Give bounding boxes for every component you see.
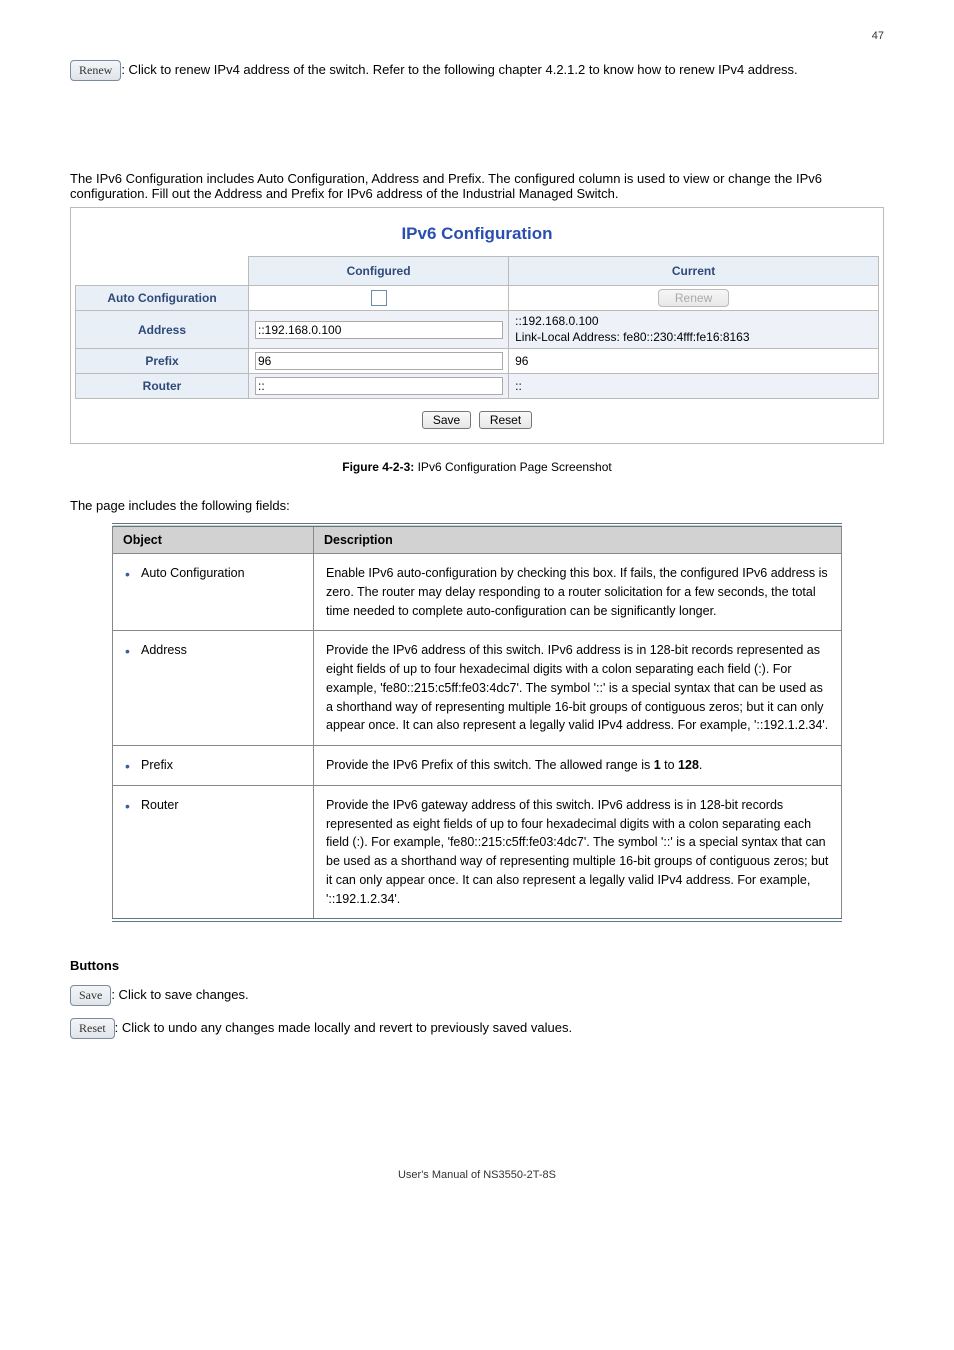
desc-text-1: Provide the IPv6 address of this switch.…	[314, 631, 842, 746]
desc-object-1: Address	[125, 641, 301, 660]
renew-intro: Renew: Click to renew IPv4 address of th…	[70, 60, 884, 81]
row-router-label: Router	[76, 374, 249, 399]
row-prefix-label: Prefix	[76, 349, 249, 374]
desc-object-0: Auto Configuration	[125, 564, 301, 583]
address-input[interactable]	[255, 321, 503, 339]
ipv6-config-title: IPv6 Configuration	[75, 214, 879, 256]
desc-row-address: Address Provide the IPv6 address of this…	[113, 631, 842, 746]
reset-button[interactable]: Reset	[479, 411, 532, 429]
ipv6-config-table: Configured Current Auto Configuration Re…	[75, 256, 879, 399]
figure-caption: Figure 4-2-3: IPv6 Configuration Page Sc…	[70, 460, 884, 474]
prefix-input[interactable]	[255, 352, 503, 370]
save-button[interactable]: Save	[422, 411, 471, 429]
ipv6-config-figure: IPv6 Configuration Configured Current Au…	[70, 207, 884, 444]
renew-intro-text: : Click to renew IPv4 address of the swi…	[121, 62, 797, 77]
buttons-section-title: Buttons	[70, 958, 884, 973]
desc-text-0: Enable IPv6 auto-configuration by checki…	[314, 554, 842, 631]
router-input[interactable]	[255, 377, 503, 395]
router-current: ::	[509, 374, 879, 399]
footer-text: User's Manual of NS3550-2T-8S	[70, 1169, 884, 1181]
desc-row-prefix: Prefix Provide the IPv6 Prefix of this s…	[113, 746, 842, 786]
desc-text-3: Provide the IPv6 gateway address of this…	[314, 785, 842, 920]
desc-row-router: Router Provide the IPv6 gateway address …	[113, 785, 842, 920]
row-address-label: Address	[76, 311, 249, 349]
save-button-line: Save: Click to save changes.	[70, 985, 884, 1006]
desc-header-description: Description	[314, 525, 842, 554]
save-button-sample: Save	[70, 985, 111, 1006]
row-autoconf-label: Auto Configuration	[76, 286, 249, 311]
desc-header-object: Object	[113, 525, 314, 554]
renew-button-disabled: Renew	[658, 289, 729, 307]
col-current: Current	[509, 257, 879, 286]
address-current-line2: Link-Local Address: fe80::230:4fff:fe16:…	[515, 330, 872, 346]
reset-button-line: Reset: Click to undo any changes made lo…	[70, 1018, 884, 1039]
desc-object-3: Router	[125, 796, 301, 815]
prefix-current: 96	[509, 349, 879, 374]
reset-button-sample: Reset	[70, 1018, 115, 1039]
desc-row-autoconf: Auto Configuration Enable IPv6 auto-conf…	[113, 554, 842, 631]
desc-object-2: Prefix	[125, 756, 301, 775]
description-table: Object Description Auto Configuration En…	[112, 523, 842, 922]
renew-button-sample: Renew	[70, 60, 121, 81]
ipv6-lead-text: The IPv6 Configuration includes Auto Con…	[70, 171, 884, 201]
col-configured: Configured	[249, 257, 509, 286]
autoconf-checkbox[interactable]	[371, 290, 387, 306]
header-page-no: 47	[70, 30, 884, 42]
desc-intro: The page includes the following fields:	[70, 498, 884, 513]
address-current-line1: ::192.168.0.100	[515, 314, 872, 330]
desc-text-2: Provide the IPv6 Prefix of this switch. …	[314, 746, 842, 786]
